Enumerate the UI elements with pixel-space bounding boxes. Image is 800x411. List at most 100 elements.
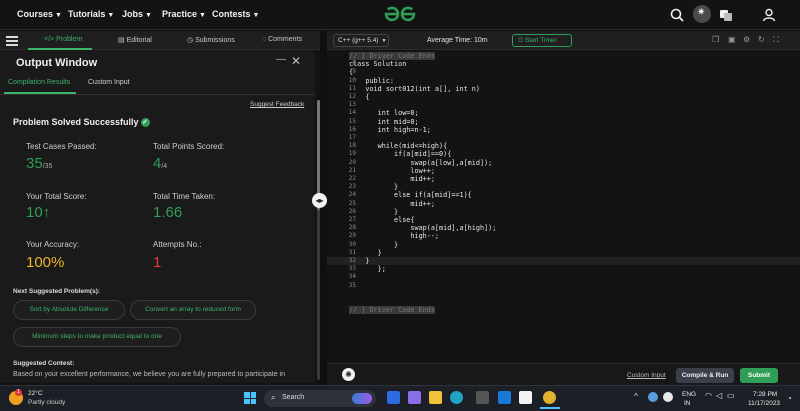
wifi-icon[interactable]: ◠ (705, 391, 712, 400)
gfg-logo-icon[interactable] (383, 5, 417, 23)
input-language[interactable]: ENG (682, 391, 696, 398)
compile-run-button[interactable]: Compile & Run (676, 368, 734, 383)
code-line[interactable]: 9{ (327, 68, 800, 76)
code-editor[interactable]: 1// } Driver Code Ends8class Solution9{1… (327, 50, 800, 360)
nav-tutorials[interactable]: Tutorials ▼ (68, 9, 114, 19)
code-line[interactable]: 24 else if(a[mid]==1){ (327, 191, 800, 199)
suggested-problem-2[interactable]: Convert an array to reduced form (130, 300, 256, 320)
task-view-icon[interactable] (387, 391, 400, 404)
code-line[interactable]: 26 } (327, 208, 800, 216)
user-avatar-icon[interactable] (761, 7, 777, 23)
chevron-down-icon: ▼ (381, 38, 387, 44)
search-highlight-icon (352, 393, 372, 404)
nav-courses[interactable]: Courses ▼ (17, 9, 62, 19)
code-line[interactable]: 23 } (327, 183, 800, 191)
weather-temp: 22°C (28, 390, 43, 397)
tray-app-icon[interactable] (648, 392, 658, 402)
code-line[interactable]: 30 } (327, 241, 800, 249)
code-line[interactable]: 31 } (327, 249, 800, 257)
code-line[interactable]: 10 public: (327, 77, 800, 85)
suggested-problem-3[interactable]: Minimum steps to make product equal to o… (13, 327, 181, 347)
code-text: }; (349, 265, 386, 274)
code-line[interactable]: 20 swap(a[low],a[mid]); (327, 159, 800, 167)
translate-icon[interactable] (718, 7, 734, 23)
windows-taskbar: 1 22°C Partly cloudy ⌕ Search ENG IN ^ ◠… (0, 385, 800, 411)
nav-practice[interactable]: Practice ▼ (162, 9, 206, 19)
suggest-feedback-link[interactable]: Suggest Feedback (250, 101, 304, 108)
code-line[interactable]: 13 (327, 101, 800, 109)
taskbar-search-box[interactable]: ⌕ Search (264, 390, 376, 407)
clock-date[interactable]: 11/17/2023 (748, 400, 780, 407)
start-timer-button[interactable]: ⏲ Start Timer (512, 34, 572, 47)
code-line[interactable]: 18 while(mid<=high){ (327, 142, 800, 150)
dropbox-icon[interactable] (498, 391, 511, 404)
code-line[interactable]: 32 } (327, 257, 800, 266)
search-icon[interactable] (669, 7, 685, 23)
nav-contests[interactable]: Contests ▼ (212, 9, 259, 19)
battery-icon[interactable]: ▭ (727, 391, 735, 400)
code-line[interactable]: 21 low++; (327, 167, 800, 175)
copy-icon[interactable]: ❐ (712, 35, 719, 44)
code-line[interactable]: 16 int high=n-1; (327, 126, 800, 134)
code-line[interactable]: 8 class Solution (327, 60, 800, 68)
teams-icon[interactable] (408, 391, 421, 404)
input-region[interactable]: IN (684, 400, 691, 407)
language-select[interactable]: C++ (g++ 5.4) ▼ (333, 34, 389, 47)
code-line[interactable]: 12 { (327, 93, 800, 101)
nav-jobs[interactable]: Jobs ▼ (122, 9, 152, 19)
close-icon[interactable]: ✕ (291, 54, 301, 68)
check-icon: ✓ (140, 118, 150, 127)
tab-problem[interactable]: </> Problem (44, 36, 82, 43)
code-line[interactable]: 33 }; (327, 265, 800, 273)
code-line[interactable]: 36// } Driver Code Ends (327, 305, 800, 314)
code-line[interactable]: 22 mid++; (327, 175, 800, 183)
tray-app-icon[interactable] (663, 392, 673, 402)
settings-icon[interactable]: ⚙ (743, 35, 750, 44)
code-line[interactable]: 25 mid++; (327, 200, 800, 208)
code-line[interactable]: 29 high--; (327, 232, 800, 240)
code-line[interactable]: 35 (327, 282, 800, 290)
notification-bell-icon[interactable]: ◔ (787, 394, 792, 403)
code-line[interactable]: 11 void sort012(int a[], int n) (327, 85, 800, 93)
code-line[interactable]: 28 swap(a[mid],a[high]); (327, 224, 800, 232)
lightbulb-icon[interactable]: ✺ (342, 368, 355, 381)
submit-button[interactable]: Submit (740, 368, 778, 383)
fullscreen-icon[interactable]: ⛶ (773, 35, 779, 45)
tab-comments[interactable]: ◌ Comments (262, 36, 302, 43)
code-text: while(mid<=high){ (349, 142, 448, 151)
minimize-icon[interactable]: — (276, 54, 286, 65)
code-text: } (349, 207, 399, 216)
reset-icon[interactable]: ↻ (758, 35, 765, 44)
custom-input-link[interactable]: Custom Input (627, 372, 666, 379)
code-line[interactable]: 27 else{ (327, 216, 800, 224)
tab-submissions[interactable]: ◷ Submissions (187, 36, 235, 44)
amazon-icon[interactable] (519, 391, 532, 404)
volume-icon[interactable]: ◁ (716, 391, 722, 400)
tab-editorial[interactable]: ▤ Editorial (118, 36, 152, 44)
code-line[interactable]: 34 (327, 273, 800, 281)
resize-handle-icon[interactable]: ◂▸ (312, 193, 327, 208)
code-line[interactable]: 15 int mid=0; (327, 118, 800, 126)
windows-start-icon[interactable] (244, 392, 256, 404)
code-line[interactable]: 14 int low=0; (327, 109, 800, 117)
suggested-problem-1[interactable]: Sort by Absolute Difference (13, 300, 125, 320)
code-line[interactable]: 1// } Driver Code Ends (327, 52, 800, 61)
start-timer-label: Start Timer (524, 37, 557, 44)
tab-submissions-label: Submissions (195, 37, 235, 44)
chrome-icon[interactable] (543, 391, 556, 404)
tab-compilation-results[interactable]: Compilation Results (8, 79, 70, 86)
code-line[interactable]: 17 (327, 134, 800, 142)
theme-toggle-button[interactable]: ✷ (693, 5, 711, 23)
file-explorer-icon[interactable] (429, 391, 442, 404)
clock-time[interactable]: 7:28 PM (753, 391, 777, 398)
chevron-down-icon: ▼ (107, 12, 115, 19)
layout-icon[interactable]: ▣ (728, 35, 736, 44)
chevron-up-icon[interactable]: ^ (634, 392, 638, 401)
menu-icon[interactable] (6, 34, 18, 46)
store-icon[interactable] (476, 391, 489, 404)
code-icon: </> (44, 36, 57, 43)
code-line[interactable]: 19 if(a[mid]==0){ (327, 150, 800, 158)
accuracy-value: 100% (26, 254, 65, 271)
edge-icon[interactable] (450, 391, 463, 404)
tab-custom-input[interactable]: Custom Input (88, 79, 130, 86)
